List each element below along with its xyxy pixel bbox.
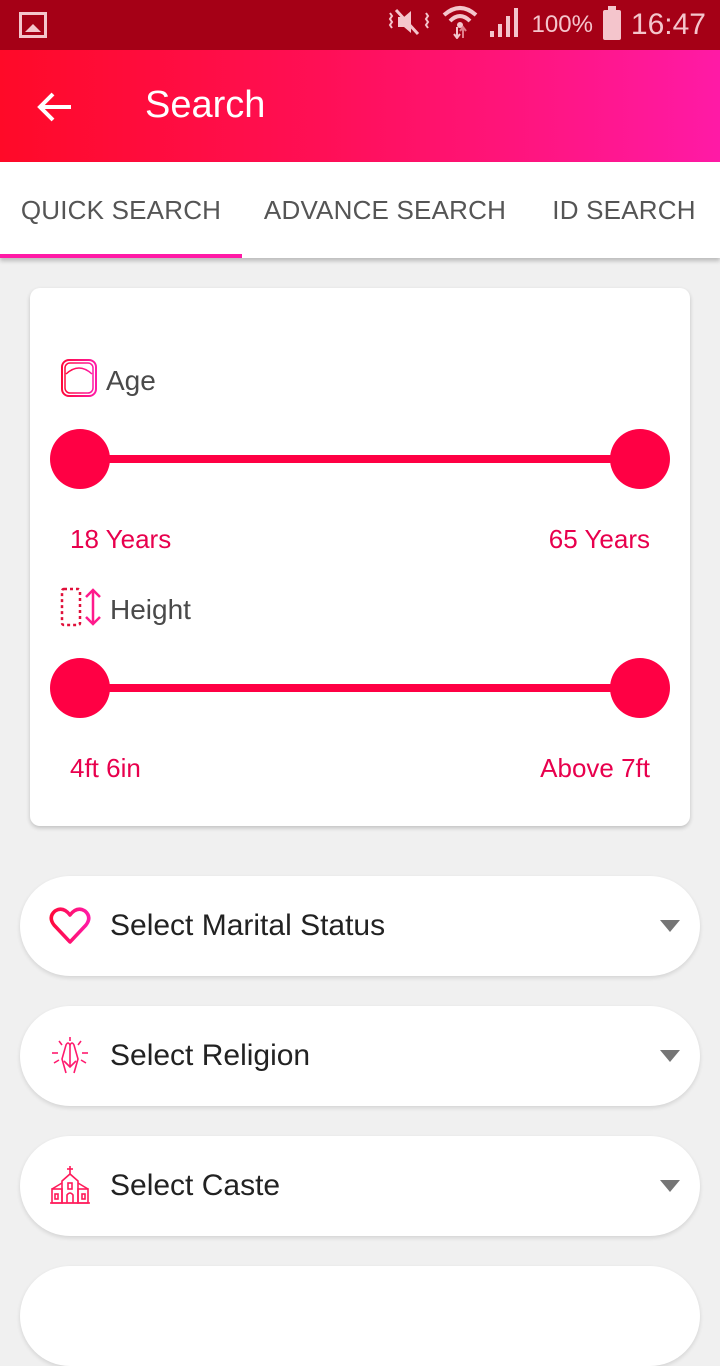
height-max-value: Above 7ft	[540, 753, 650, 783]
marital-status-dropdown[interactable]: Select Marital Status	[20, 876, 700, 976]
back-button[interactable]	[30, 82, 80, 132]
age-slider-track	[80, 455, 640, 463]
height-icon	[60, 586, 102, 633]
image-icon	[19, 12, 47, 38]
chevron-down-icon	[660, 1050, 680, 1062]
page-title: Search	[145, 84, 266, 126]
chevron-down-icon	[660, 920, 680, 932]
age-min-value: 18 Years	[70, 524, 172, 554]
status-icons: 100% 16:47	[386, 0, 706, 50]
battery-percent: 100%	[531, 11, 593, 38]
age-max-thumb[interactable]	[610, 429, 670, 489]
height-max-thumb[interactable]	[610, 658, 670, 718]
age-label-row: Age	[60, 358, 156, 403]
height-min-thumb[interactable]	[50, 658, 110, 718]
caste-label: Select Caste	[110, 1169, 281, 1202]
height-range-slider[interactable]	[50, 658, 670, 718]
signal-icon	[488, 7, 522, 44]
height-min-value: 4ft 6in	[70, 753, 141, 783]
height-slider-track	[80, 684, 640, 692]
app-bar: Search	[0, 50, 720, 162]
tab-advance-search[interactable]: ADVANCE SEARCH	[242, 162, 528, 258]
age-label: Age	[106, 364, 156, 396]
mute-vibrate-icon	[386, 7, 432, 44]
tab-id-search[interactable]: ID SEARCH	[528, 162, 720, 258]
age-range-slider[interactable]	[50, 429, 670, 489]
marital-status-label: Select Marital Status	[110, 909, 386, 942]
church-icon	[48, 1164, 92, 1208]
search-tabs: QUICK SEARCH ADVANCE SEARCH ID SEARCH	[0, 162, 720, 258]
age-max-value: 65 Years	[548, 524, 650, 554]
tab-quick-search[interactable]: QUICK SEARCH	[0, 162, 242, 258]
height-label-row: Height	[60, 586, 191, 633]
wifi-icon	[442, 5, 478, 46]
age-min-thumb[interactable]	[50, 429, 110, 489]
next-dropdown-partial[interactable]	[20, 1266, 700, 1366]
arrow-left-icon	[37, 92, 71, 122]
height-label: Height	[110, 593, 191, 625]
religion-label: Select Religion	[110, 1039, 311, 1072]
status-bar: 100% 16:47	[0, 0, 720, 50]
range-filters-card: Age 18 Years 65 Years Height 4ft 6in Abo…	[30, 288, 690, 826]
scale-icon	[60, 358, 98, 403]
chevron-down-icon	[660, 1180, 680, 1192]
clock: 16:47	[630, 8, 706, 41]
caste-dropdown[interactable]: Select Caste	[20, 1136, 700, 1236]
battery-icon	[602, 6, 621, 40]
praying-hands-icon	[48, 1034, 92, 1078]
religion-dropdown[interactable]: Select Religion	[20, 1006, 700, 1106]
heart-icon	[48, 904, 92, 948]
